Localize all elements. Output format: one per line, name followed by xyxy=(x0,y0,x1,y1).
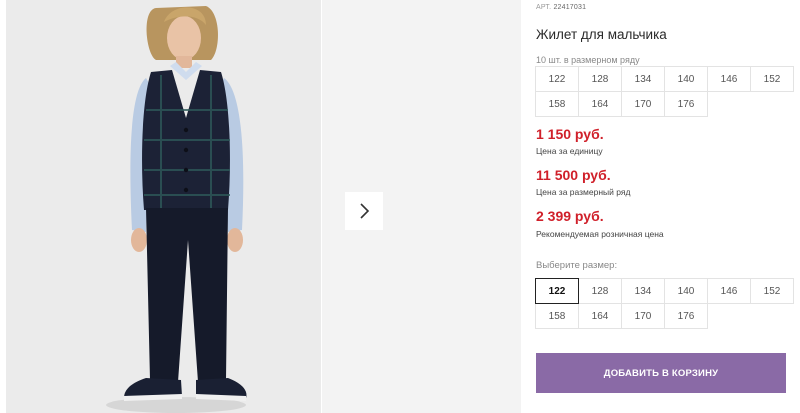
series-size-cell: 134 xyxy=(621,66,665,92)
size-option[interactable]: 146 xyxy=(707,278,751,304)
unit-price-label: Цена за единицу xyxy=(536,146,603,156)
unit-price: 1 150 руб. xyxy=(536,126,604,142)
retail-price: 2 399 руб. xyxy=(536,208,604,224)
series-size-cell: 170 xyxy=(621,91,665,117)
boy-in-vest-illustration xyxy=(6,0,321,413)
series-price-label: Цена за размерный ряд xyxy=(536,187,631,197)
article-value: 22417031 xyxy=(553,4,587,11)
add-to-cart-button[interactable]: ДОБАВИТЬ В КОРЗИНУ xyxy=(536,353,786,393)
size-option[interactable]: 170 xyxy=(621,303,665,329)
series-size-cell: 164 xyxy=(578,91,622,117)
article-number: АРТ. 22417031 xyxy=(536,4,586,11)
series-size-cell: 146 xyxy=(707,66,751,92)
size-option[interactable]: 176 xyxy=(664,303,708,329)
size-option[interactable]: 128 xyxy=(578,278,622,304)
series-size-cell: 122 xyxy=(535,66,579,92)
series-note: 10 шт. в размерном ряду xyxy=(536,55,640,65)
product-title: Жилет для мальчика xyxy=(536,27,667,42)
series-price: 11 500 руб. xyxy=(536,167,611,183)
article-prefix: АРТ. xyxy=(536,4,552,11)
series-size-cell: 158 xyxy=(535,91,579,117)
size-option[interactable]: 158 xyxy=(535,303,579,329)
choose-size-label: Выберите размер: xyxy=(536,260,618,271)
series-sizes: 122 128 134 140 146 152 158 164 170 176 xyxy=(535,66,794,117)
size-option-selected[interactable]: 122 xyxy=(535,278,579,304)
size-option[interactable]: 164 xyxy=(578,303,622,329)
series-size-cell: 152 xyxy=(750,66,794,92)
series-size-cell: 128 xyxy=(578,66,622,92)
product-gallery xyxy=(0,0,521,413)
size-selector: 122 128 134 140 146 152 158 164 170 176 xyxy=(535,278,794,329)
product-photo[interactable] xyxy=(6,0,321,413)
size-option[interactable]: 134 xyxy=(621,278,665,304)
size-option[interactable]: 140 xyxy=(664,278,708,304)
next-image-button[interactable] xyxy=(345,192,383,230)
series-size-cell: 140 xyxy=(664,66,708,92)
size-option[interactable]: 152 xyxy=(750,278,794,304)
chevron-right-icon xyxy=(360,203,370,219)
retail-price-label: Рекомендуемая розничная цена xyxy=(536,229,664,239)
series-size-cell: 176 xyxy=(664,91,708,117)
product-info: АРТ. 22417031 Жилет для мальчика 10 шт. … xyxy=(535,0,794,413)
